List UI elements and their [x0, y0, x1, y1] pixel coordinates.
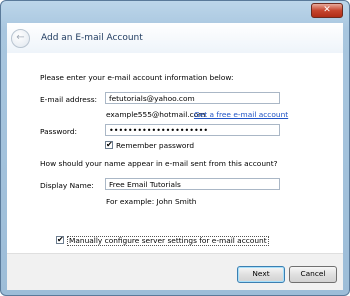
- cancel-button[interactable]: Cancel: [289, 266, 337, 283]
- back-arrow-icon[interactable]: ←: [11, 29, 30, 48]
- display-name-field[interactable]: Free Email Tutorials: [105, 178, 280, 190]
- email-label: E-mail address:: [40, 95, 98, 104]
- instructions-text: Please enter your e-mail account informa…: [40, 73, 234, 82]
- display-name-example-text: For example: John Smith: [106, 197, 197, 206]
- close-button[interactable]: ✕: [311, 3, 343, 18]
- wizard-header: ← Add an E-mail Account: [7, 23, 343, 54]
- password-label: Password:: [40, 127, 78, 136]
- form-area: Please enter your e-mail account informa…: [7, 53, 343, 253]
- dialog-window: ✕ ← Add an E-mail Account Please enter y…: [0, 0, 350, 296]
- page-title: Add an E-mail Account: [41, 33, 143, 43]
- free-account-link[interactable]: Get a free e-mail account: [194, 110, 288, 119]
- manual-config-checkbox[interactable]: ✔: [56, 236, 64, 244]
- password-field[interactable]: •••••••••••••••••••••: [105, 124, 280, 136]
- display-name-label: Display Name:: [40, 181, 94, 190]
- remember-password-checkbox[interactable]: ✔: [105, 141, 113, 149]
- manual-config-label[interactable]: Manually configure server settings for e…: [67, 236, 269, 246]
- button-bar: Next Cancel: [7, 253, 343, 290]
- name-question-text: How should your name appear in e-mail se…: [40, 159, 278, 168]
- remember-password-label[interactable]: Remember password: [116, 141, 194, 150]
- next-button[interactable]: Next: [237, 266, 285, 283]
- email-field[interactable]: fetutorials@yahoo.com: [105, 92, 280, 104]
- email-example-text: example555@hotmail.com: [106, 110, 206, 119]
